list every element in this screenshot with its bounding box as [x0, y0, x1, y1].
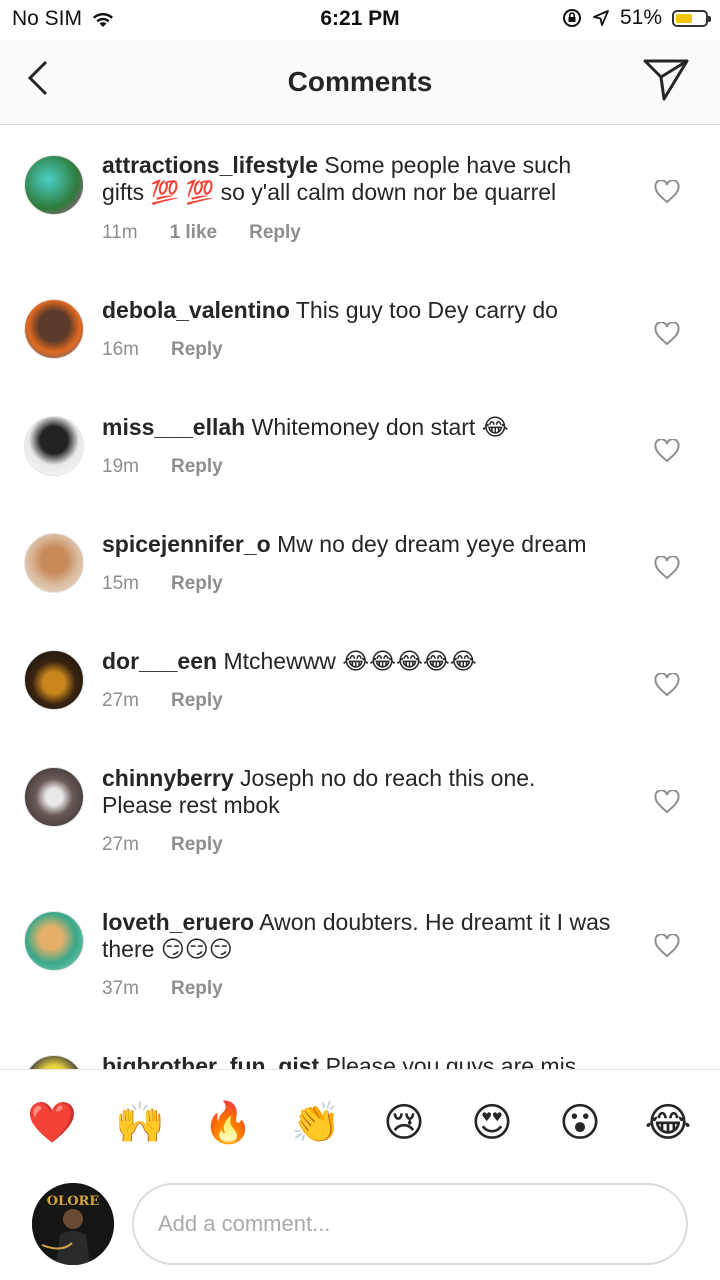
comment-username[interactable]: debola_valentino — [102, 297, 290, 323]
comment-text: attractions_lifestyle Some people have s… — [102, 152, 612, 206]
comment-time: 27m — [102, 834, 139, 855]
comment-text: miss___ellah Whitemoney don start 😂 — [102, 414, 612, 441]
comment-meta: 19m Reply — [102, 456, 255, 478]
comment-list[interactable]: attractions_lifestyle Some people have s… — [0, 125, 720, 1069]
comment-composer: OLORE — [0, 1175, 720, 1280]
heart-icon[interactable] — [654, 180, 680, 204]
emoji-cry-button[interactable]: 😢 — [376, 1100, 432, 1146]
comment-time: 27m — [102, 690, 139, 711]
heart-icon[interactable] — [654, 439, 680, 463]
comment-body: Whitemoney don start 😂 — [251, 414, 509, 440]
reply-button[interactable]: Reply — [171, 834, 223, 856]
comment-meta: 15m Reply — [102, 573, 255, 595]
comment-likes[interactable]: 1 like — [170, 222, 218, 244]
comment-meta: 37m Reply — [102, 978, 255, 1000]
comment-text: debola_valentino This guy too Dey carry … — [102, 297, 612, 324]
comment-text: spicejennifer_o Mw no dey dream yeye dre… — [102, 531, 612, 558]
avatar[interactable] — [24, 533, 84, 593]
avatar[interactable] — [24, 416, 84, 476]
comments-header: Comments — [0, 40, 720, 125]
comment-meta: 27m Reply — [102, 834, 255, 856]
comment-username[interactable]: bigbrother_fun_gist — [102, 1053, 319, 1069]
avatar[interactable] — [24, 299, 84, 359]
comment-text: dor___een Mtchewww 😂😂😂😂😂 — [102, 648, 612, 675]
emoji-clap-button[interactable]: 👏 — [288, 1100, 344, 1146]
comment-body: This guy too Dey carry do — [295, 297, 558, 323]
heart-icon[interactable] — [654, 790, 680, 814]
orientation-lock-icon — [562, 9, 581, 27]
battery-percent: 51% — [619, 6, 662, 29]
comment-body: Mtchewww 😂😂😂😂😂 — [223, 648, 477, 674]
avatar[interactable] — [24, 155, 84, 215]
comment-meta: 11m 1 like Reply — [102, 222, 333, 244]
reply-button[interactable]: Reply — [171, 978, 223, 1000]
comment-time: 19m — [102, 456, 139, 477]
heart-icon[interactable] — [654, 322, 680, 346]
heart-icon[interactable] — [654, 934, 680, 958]
emoji-fire-button[interactable]: 🔥 — [200, 1100, 256, 1146]
emoji-wow-button[interactable]: 😮 — [552, 1100, 608, 1146]
paper-plane-icon[interactable] — [642, 56, 690, 102]
emoji-laugh-button[interactable]: 😂 — [640, 1100, 696, 1146]
reply-button[interactable]: Reply — [171, 573, 223, 595]
comment-text: chinnyberry Joseph no do reach this one.… — [102, 765, 612, 819]
comment-username[interactable]: chinnyberry — [102, 765, 234, 791]
avatar[interactable] — [24, 1055, 84, 1069]
comment-username[interactable]: attractions_lifestyle — [102, 152, 318, 178]
comment-body: Mw no dey dream yeye dream — [277, 531, 587, 557]
avatar[interactable] — [24, 650, 84, 710]
reply-button[interactable]: Reply — [171, 690, 223, 712]
avatar-image: OLORE — [32, 1183, 114, 1265]
comment-body: Please you guys are mis — [325, 1053, 577, 1069]
comment-text: bigbrother_fun_gist Please you guys are … — [102, 1053, 612, 1069]
comment-time: 16m — [102, 339, 139, 360]
comment-time: 15m — [102, 573, 139, 594]
heart-icon[interactable] — [654, 673, 680, 697]
avatar[interactable] — [24, 767, 84, 827]
page-title: Comments — [287, 66, 433, 97]
avatar: OLORE — [32, 1183, 114, 1265]
comment-username[interactable]: dor___een — [102, 648, 217, 674]
emoji-heart-button[interactable]: ❤️ — [24, 1100, 80, 1146]
status-bar: No SIM 6:21 PM 51% — [0, 0, 720, 40]
heart-icon[interactable] — [654, 556, 680, 580]
status-right: 51% — [562, 6, 711, 30]
emoji-raised-hands-button[interactable]: 🙌 — [112, 1100, 168, 1146]
comment-time: 37m — [102, 978, 139, 999]
comment-meta: 16m Reply — [102, 339, 255, 361]
reply-button[interactable]: Reply — [171, 339, 223, 361]
avatar[interactable] — [24, 911, 84, 971]
comment-text: loveth_eruero Awon doubters. He dreamt i… — [102, 909, 612, 963]
reply-button[interactable]: Reply — [249, 222, 301, 244]
comment-time: 11m — [102, 222, 138, 243]
location-arrow-icon — [593, 10, 609, 26]
comment-username[interactable]: miss___ellah — [102, 414, 245, 440]
emoji-heart-eyes-button[interactable]: 😍 — [464, 1100, 520, 1146]
reply-button[interactable]: Reply — [171, 456, 223, 478]
comment-username[interactable]: spicejennifer_o — [102, 531, 271, 557]
comment-meta: 27m Reply — [102, 690, 255, 712]
comment-username[interactable]: loveth_eruero — [102, 909, 254, 935]
comment-input[interactable] — [132, 1183, 688, 1265]
emoji-reaction-bar: ❤️ 🙌 🔥 👏 😢 😍 😮 😂 — [0, 1069, 720, 1176]
avatar-title: OLORE — [47, 1194, 100, 1209]
battery-icon — [672, 9, 711, 27]
